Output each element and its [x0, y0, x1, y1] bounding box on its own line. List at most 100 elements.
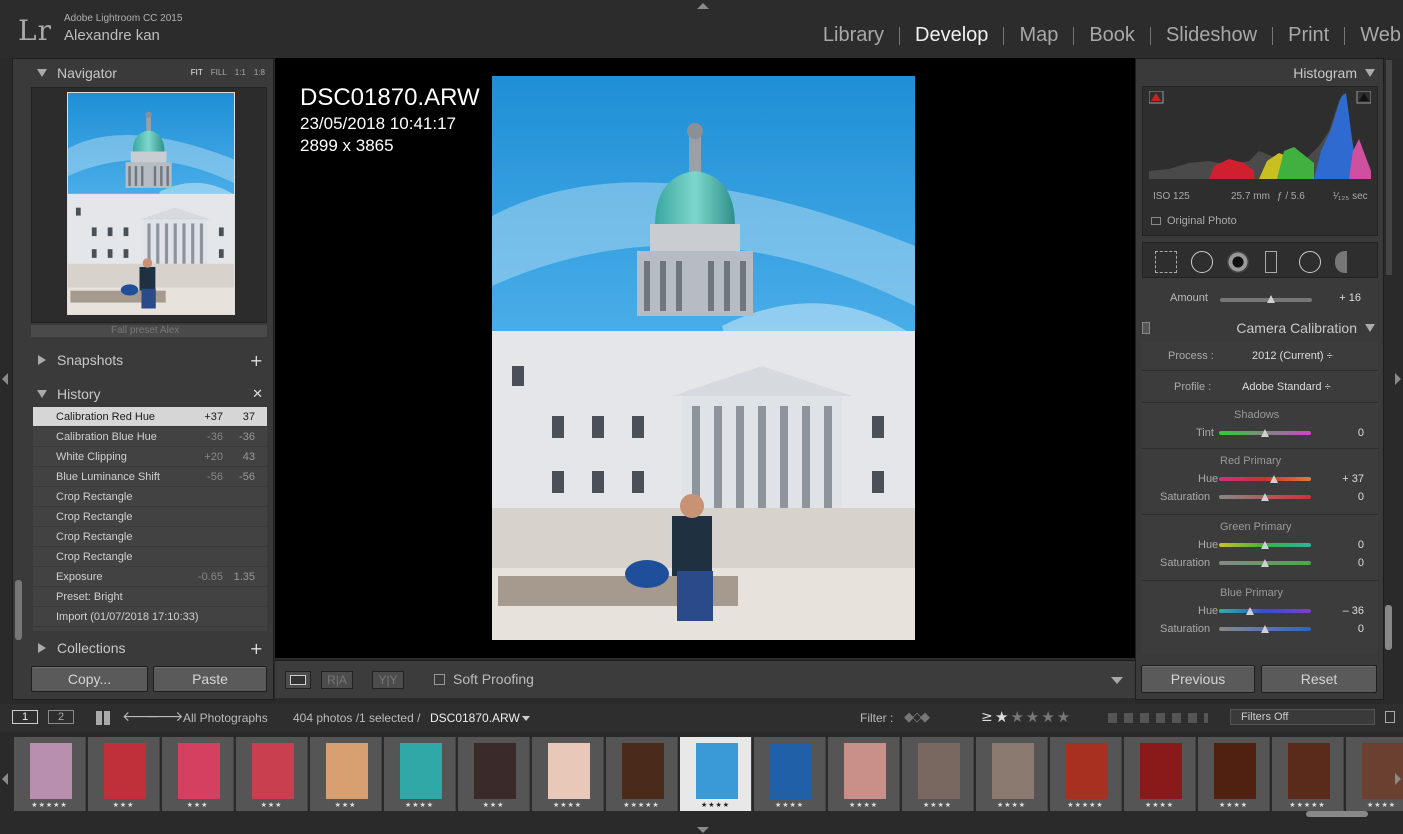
blue-hue-value[interactable]: – 36	[1343, 605, 1364, 617]
collapse-triangle-icon[interactable]	[37, 390, 47, 398]
blue-hue-slider-thumb[interactable]	[1246, 607, 1255, 615]
rating-filter-stars-icon[interactable]: ★★★★★	[995, 708, 1072, 726]
left-panel-toggle-icon[interactable]	[2, 373, 8, 385]
filmstrip-thumbnail[interactable]: ★★★★	[902, 737, 974, 811]
main-photo[interactable]	[492, 76, 915, 640]
filmstrip-thumbnail[interactable]: ★★★	[310, 737, 382, 811]
zoom-fill[interactable]: FILL	[211, 68, 227, 77]
red-eye-tool-icon[interactable]	[1227, 251, 1249, 273]
filmstrip-thumbnail[interactable]: ★★★★★	[1050, 737, 1122, 811]
next-arrow-icon[interactable]: 🡒	[146, 708, 184, 725]
red-hue-slider-thumb[interactable]	[1270, 475, 1279, 483]
radial-filter-tool-icon[interactable]	[1299, 251, 1321, 273]
green-saturation-value[interactable]: 0	[1358, 557, 1364, 569]
tint-value[interactable]: 0	[1358, 427, 1364, 439]
primary-window-button[interactable]: 1	[12, 710, 38, 724]
right-panel-toggle-icon[interactable]	[1395, 373, 1401, 385]
previous-button[interactable]: Previous	[1141, 665, 1255, 693]
filmstrip-left-toggle-icon[interactable]	[2, 773, 8, 785]
history-item[interactable]: Preset: Bright	[33, 587, 267, 607]
collapse-triangle-icon[interactable]	[1365, 69, 1375, 77]
history-item[interactable]: White Clipping +20 43	[33, 447, 267, 467]
module-library[interactable]: Library	[808, 24, 899, 47]
red-hue-slider-track[interactable]	[1219, 477, 1311, 481]
filmstrip-thumbnail[interactable]: ★★★★★	[1272, 737, 1344, 811]
history-item[interactable]: Crop Rectangle	[33, 547, 267, 567]
panel-switch-icon[interactable]	[1142, 322, 1150, 334]
color-label-filter-icons[interactable]	[1108, 713, 1208, 723]
right-scrollbar[interactable]	[1385, 605, 1392, 650]
add-snapshot-icon[interactable]: +	[250, 351, 263, 370]
history-header[interactable]: History ✕	[13, 380, 273, 408]
red-saturation-slider-thumb[interactable]	[1261, 493, 1269, 501]
flag-filter-icons[interactable]: ◆◇◆	[904, 710, 930, 725]
module-book[interactable]: Book	[1074, 24, 1150, 47]
history-item[interactable]: Calibration Blue Hue -36 -36	[33, 427, 267, 447]
amount-value[interactable]: + 16	[1339, 292, 1361, 304]
spot-removal-tool-icon[interactable]	[1191, 251, 1213, 273]
green-saturation-slider-thumb[interactable]	[1261, 559, 1269, 567]
tint-slider-thumb[interactable]	[1261, 429, 1269, 437]
history-item[interactable]: Calibration Red Hue +37 37	[33, 407, 267, 427]
process-select[interactable]: 2012 (Current) ÷	[1252, 350, 1333, 362]
profile-select[interactable]: Adobe Standard ÷	[1242, 381, 1331, 393]
blue-saturation-value[interactable]: 0	[1358, 623, 1364, 635]
filmstrip-thumbnail[interactable]: ★★★★★	[14, 737, 86, 811]
filmstrip-right-toggle-icon[interactable]	[1395, 773, 1401, 785]
filmstrip-thumbnail[interactable]: ★★★	[236, 737, 308, 811]
filmstrip-thumbnail[interactable]: ★★★	[88, 737, 160, 811]
module-slideshow[interactable]: Slideshow	[1151, 24, 1272, 47]
histogram[interactable]: ISO 125 25.7 mm ƒ / 5.6 ¹⁄₁₂₅ sec Origin…	[1142, 86, 1378, 236]
filter-lock-icon[interactable]	[1385, 711, 1395, 723]
file-dropdown-icon[interactable]	[522, 716, 530, 721]
blue-hue-slider-track[interactable]	[1219, 609, 1311, 613]
filmstrip-thumbnail[interactable]: ★★★★	[532, 737, 604, 811]
module-print[interactable]: Print	[1273, 24, 1344, 47]
zoom-1-1[interactable]: 1:1	[235, 68, 246, 77]
snapshots-header[interactable]: Snapshots +	[13, 346, 273, 374]
red-saturation-value[interactable]: 0	[1358, 491, 1364, 503]
filmstrip-thumbnail[interactable]: ★★★★	[754, 737, 826, 811]
original-photo-checkbox[interactable]	[1151, 217, 1161, 225]
module-map[interactable]: Map	[1004, 24, 1073, 47]
filmstrip-scrollbar[interactable]	[1306, 811, 1368, 817]
filmstrip-thumbnail[interactable]: ★★★★	[976, 737, 1048, 811]
toolbar-menu-chevron-icon[interactable]	[1111, 677, 1123, 684]
source-label[interactable]: All Photographs	[183, 711, 268, 725]
secondary-window-button[interactable]: 2	[48, 710, 74, 724]
bottom-panel-toggle-icon[interactable]	[697, 827, 709, 833]
zoom-1-8[interactable]: 1:8	[254, 68, 265, 77]
history-item[interactable]: Exposure -0.65 1.35	[33, 567, 267, 587]
expand-triangle-icon[interactable]	[38, 355, 46, 365]
blue-saturation-slider-thumb[interactable]	[1261, 625, 1269, 633]
green-hue-value[interactable]: 0	[1358, 539, 1364, 551]
camera-calibration-header[interactable]: Camera Calibration	[1136, 314, 1383, 342]
collapse-triangle-icon[interactable]	[1365, 324, 1375, 332]
copy-button[interactable]: Copy...	[31, 666, 148, 692]
adjustment-brush-tool-icon[interactable]	[1335, 251, 1365, 273]
amount-slider-thumb[interactable]	[1266, 295, 1275, 303]
filmstrip-thumbnail[interactable]: ★★★	[162, 737, 234, 811]
add-collection-icon[interactable]: +	[250, 639, 263, 658]
loupe-view-button[interactable]	[285, 671, 311, 689]
before-after-swap-button[interactable]: Y|Y	[372, 671, 404, 689]
grid-view-icon[interactable]	[96, 711, 112, 725]
module-develop[interactable]: Develop	[900, 24, 1003, 47]
history-item[interactable]: Crop Rectangle	[33, 507, 267, 527]
current-file[interactable]: DSC01870.ARW	[430, 711, 520, 725]
history-item[interactable]: Import (01/07/2018 17:10:33)	[33, 607, 267, 627]
histogram-header[interactable]: Histogram	[1136, 59, 1383, 87]
green-hue-slider-thumb[interactable]	[1261, 541, 1269, 549]
top-panel-toggle-icon[interactable]	[697, 3, 709, 9]
before-after-button[interactable]: R|A	[321, 671, 353, 689]
module-web[interactable]: Web	[1345, 24, 1403, 47]
rating-gte[interactable]: ≥	[981, 709, 993, 725]
filmstrip-thumbnail[interactable]: ★★★★	[680, 737, 752, 811]
navigator-header[interactable]: Navigator FIT FILL 1:1 1:8	[13, 59, 273, 87]
filmstrip-thumbnail[interactable]: ★★★	[458, 737, 530, 811]
collections-header[interactable]: Collections +	[13, 634, 273, 662]
filmstrip-thumbnail[interactable]: ★★★★	[384, 737, 456, 811]
left-scrollbar[interactable]	[15, 580, 22, 640]
filmstrip-thumbnail[interactable]: ★★★★	[1198, 737, 1270, 811]
history-item[interactable]: Crop Rectangle	[33, 527, 267, 547]
